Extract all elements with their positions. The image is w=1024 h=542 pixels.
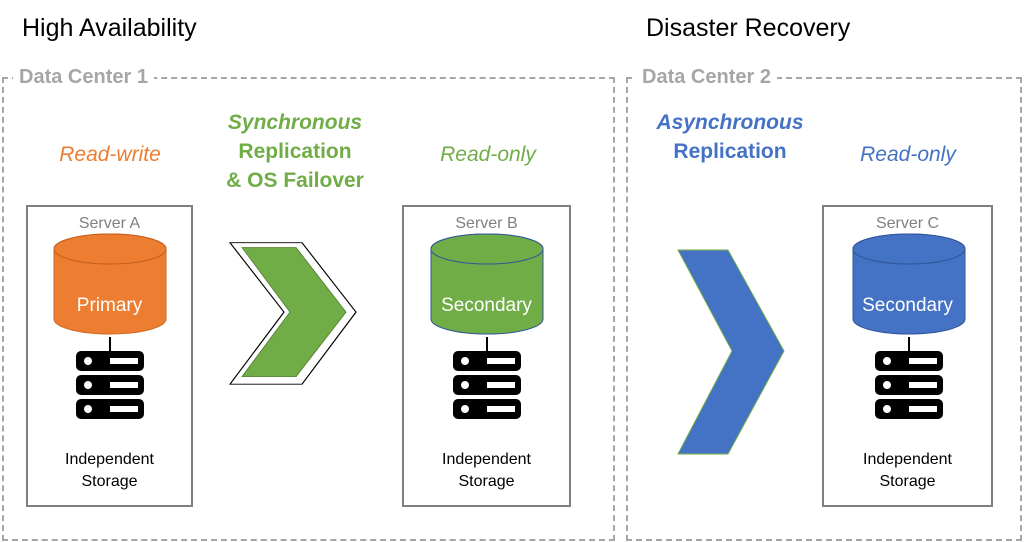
async-replication-chevron-icon	[677, 249, 785, 455]
data-center-2-label: Data Center 2	[636, 66, 777, 89]
storage-server-icon	[875, 337, 943, 419]
async-replication-label: Asynchronous Replication	[635, 108, 825, 166]
storage-line2: Storage	[879, 473, 936, 490]
server-c-role: Read-only	[860, 143, 956, 166]
server-b-role: Read-only	[440, 143, 536, 166]
server-c-storage-label: Independent Storage	[824, 449, 991, 493]
high-availability-title: High Availability	[22, 14, 197, 42]
sync-replication-label: Synchronous Replication & OS Failover	[200, 108, 390, 195]
data-center-1-label: Data Center 1	[13, 66, 154, 89]
storage-server-icon	[453, 337, 521, 419]
sync-replication-line2: Replication	[238, 140, 352, 163]
async-replication-line1: Asynchronous	[656, 111, 804, 134]
server-b-storage-label: Independent Storage	[404, 449, 569, 493]
server-a-role: Read-write	[59, 143, 161, 166]
sync-replication-line1: Synchronous	[227, 111, 363, 134]
server-c-box: Server C Secondary Independent Storage	[822, 205, 993, 507]
database-cylinder-icon	[430, 233, 544, 335]
disaster-recovery-title: Disaster Recovery	[646, 14, 851, 42]
server-a-box: Server A Primary Independent Storage	[26, 205, 193, 507]
async-replication-line2: Replication	[673, 140, 787, 163]
database-cylinder-icon	[53, 233, 167, 335]
storage-line2: Storage	[458, 473, 515, 490]
server-a-storage-label: Independent Storage	[28, 449, 191, 493]
database-cylinder-icon	[852, 233, 966, 335]
storage-line1: Independent	[863, 451, 952, 468]
storage-line2: Storage	[81, 473, 138, 490]
server-b-db-label: Secondary	[441, 295, 532, 316]
storage-line1: Independent	[442, 451, 531, 468]
storage-server-icon	[76, 337, 144, 419]
storage-line1: Independent	[65, 451, 154, 468]
server-a-db-label: Primary	[76, 295, 143, 316]
server-b-box: Server B Secondary Independent Storage	[402, 205, 571, 507]
sync-replication-chevron-icon	[228, 242, 357, 385]
server-c-db-label: Secondary	[862, 295, 953, 316]
sync-replication-line3: & OS Failover	[226, 169, 364, 192]
